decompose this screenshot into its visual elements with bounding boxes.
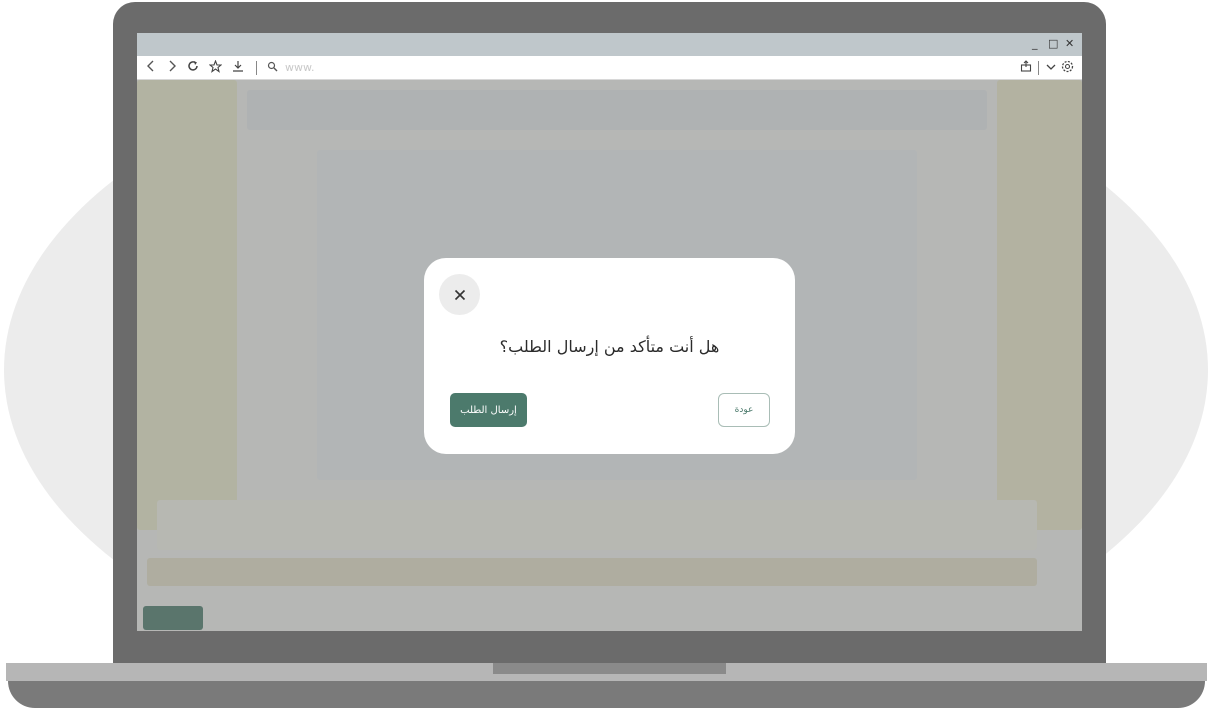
settings-icon[interactable] [1060,60,1074,76]
back-icon[interactable] [144,60,158,76]
minimize-button[interactable]: _ [1032,37,1038,51]
laptop-base-bottom [8,681,1205,708]
dialog-question: هل أنت متأكد من إرسال الطلب؟ [499,337,720,356]
forward-icon[interactable] [165,60,179,76]
reload-icon[interactable] [186,60,200,76]
close-icon [454,289,465,300]
star-icon[interactable] [207,59,223,76]
back-button[interactable]: عودة [718,393,770,427]
title-bar: _ □ ✕ [137,33,1082,56]
close-window-button[interactable]: ✕ [1065,37,1074,51]
share-icon[interactable] [1019,60,1033,76]
toolbar-divider [256,61,257,75]
toolbar-divider-right [1038,61,1039,75]
laptop-hinge [493,663,726,674]
chevron-down-icon[interactable] [1044,60,1058,76]
download-icon[interactable] [231,60,245,76]
submit-request-button[interactable]: إرسال الطلب [450,393,527,427]
maximize-button[interactable]: □ [1048,37,1058,51]
browser-toolbar: www. [137,56,1082,80]
confirm-dialog: هل أنت متأكد من إرسال الطلب؟ إرسال الطلب… [424,258,795,454]
search-icon [265,60,279,76]
close-dialog-button[interactable] [439,274,480,315]
address-bar[interactable]: www. [285,60,314,76]
